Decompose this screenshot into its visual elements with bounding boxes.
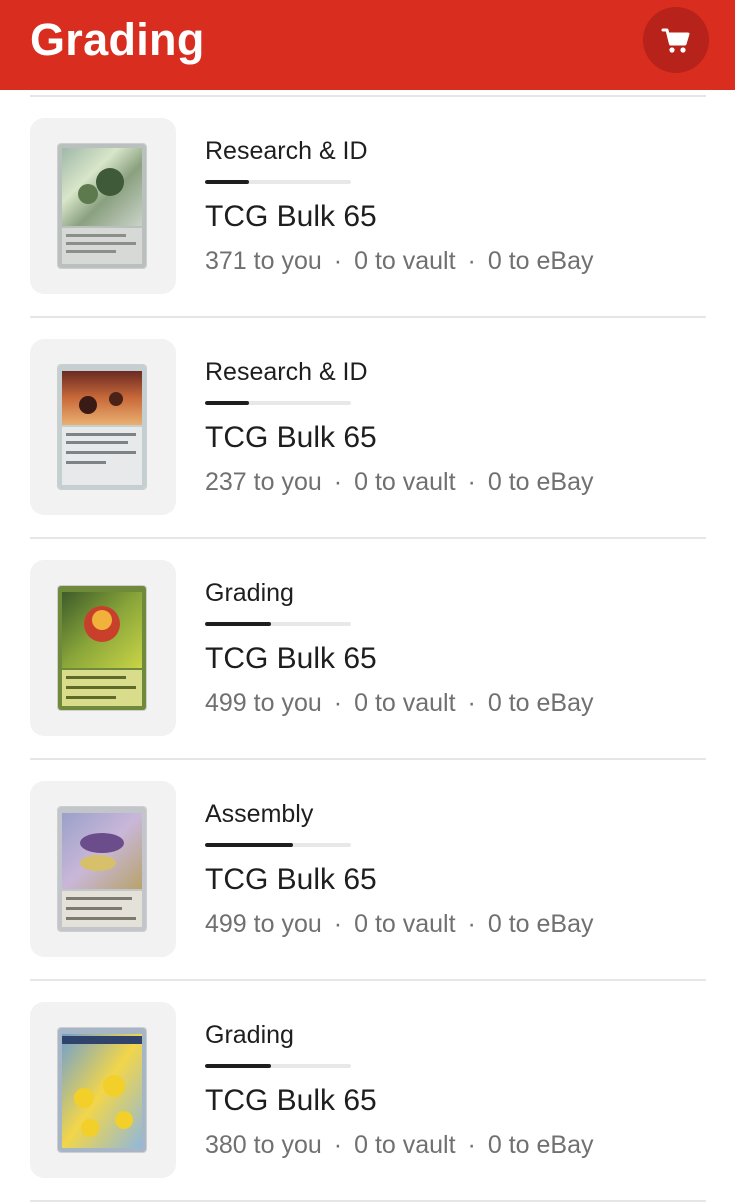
to-you-count: 499 to you	[205, 689, 322, 717]
cart-icon	[661, 26, 691, 54]
meta-separator: ·	[333, 468, 343, 496]
order-row[interactable]: Grading TCG Bulk 65 380 to you · 0 to vaul…	[0, 981, 735, 1202]
stage-label: Research & ID	[205, 137, 368, 165]
stage-progress-fill	[205, 401, 249, 405]
stage-progress-bar	[205, 401, 351, 405]
page-title: Grading	[30, 14, 205, 65]
card-thumbnail	[30, 1002, 176, 1178]
order-meta: 380 to you · 0 to vault · 0 to eBay	[205, 1129, 594, 1161]
to-vault-count: 0 to vault	[354, 689, 456, 717]
card-thumbnail	[30, 118, 176, 294]
meta-separator: ·	[333, 689, 343, 717]
card-thumbnail	[30, 339, 176, 515]
card-thumbnail	[30, 781, 176, 957]
to-vault-count: 0 to vault	[354, 247, 456, 275]
meta-separator: ·	[467, 468, 476, 496]
order-meta: 499 to you · 0 to vault · 0 to eBay	[205, 908, 594, 940]
stage-progress-fill	[205, 180, 249, 184]
meta-separator: ·	[333, 1131, 343, 1159]
stage-progress-fill	[205, 622, 271, 626]
to-you-count: 499 to you	[205, 910, 322, 938]
to-ebay-count: 0 to eBay	[487, 1131, 594, 1159]
stage-progress-bar	[205, 622, 351, 626]
trading-card-image	[58, 807, 146, 931]
order-title: TCG Bulk 65	[205, 863, 377, 896]
to-you-count: 371 to you	[205, 247, 322, 275]
to-you-count: 237 to you	[205, 468, 322, 496]
order-list: Research & ID TCG Bulk 65 371 to you · 0 t…	[0, 97, 735, 1202]
to-ebay-count: 0 to eBay	[487, 689, 594, 717]
stage-label: Assembly	[205, 800, 314, 828]
trading-card-image	[58, 365, 146, 489]
to-ebay-count: 0 to eBay	[487, 910, 594, 938]
stage-progress-fill	[205, 843, 293, 847]
stage-label: Research & ID	[205, 358, 368, 386]
order-title: TCG Bulk 65	[205, 1084, 377, 1117]
order-title: TCG Bulk 65	[205, 421, 377, 454]
stage-progress-bar	[205, 180, 351, 184]
stage-progress-bar	[205, 843, 351, 847]
meta-separator: ·	[467, 910, 476, 938]
card-thumbnail	[30, 560, 176, 736]
order-title: TCG Bulk 65	[205, 642, 377, 675]
stage-label: Grading	[205, 1021, 294, 1049]
order-row[interactable]: Research & ID TCG Bulk 65 371 to you · 0 t…	[0, 97, 735, 318]
meta-separator: ·	[333, 910, 343, 938]
to-vault-count: 0 to vault	[354, 468, 456, 496]
stage-label: Grading	[205, 579, 294, 607]
to-you-count: 380 to you	[205, 1131, 322, 1159]
cart-button[interactable]	[643, 7, 709, 73]
meta-separator: ·	[467, 689, 476, 717]
order-row[interactable]: Research & ID TCG Bulk 65 237 to you · 0 t…	[0, 318, 735, 539]
trading-card-image	[58, 586, 146, 710]
app-header: Grading	[0, 0, 735, 90]
trading-card-image	[58, 1028, 146, 1152]
meta-separator: ·	[333, 247, 343, 275]
order-title: TCG Bulk 65	[205, 200, 377, 233]
to-vault-count: 0 to vault	[354, 1131, 456, 1159]
meta-separator: ·	[467, 1131, 476, 1159]
stage-progress-bar	[205, 1064, 351, 1068]
order-meta: 371 to you · 0 to vault · 0 to eBay	[205, 245, 594, 277]
to-vault-count: 0 to vault	[354, 910, 456, 938]
to-ebay-count: 0 to eBay	[487, 468, 594, 496]
order-meta: 237 to you · 0 to vault · 0 to eBay	[205, 466, 594, 498]
to-ebay-count: 0 to eBay	[487, 247, 594, 275]
order-row[interactable]: Assembly TCG Bulk 65 499 to you · 0 to vau…	[0, 760, 735, 981]
order-row[interactable]: Grading TCG Bulk 65 499 to you · 0 to vaul…	[0, 539, 735, 760]
meta-separator: ·	[467, 247, 476, 275]
stage-progress-fill	[205, 1064, 271, 1068]
order-meta: 499 to you · 0 to vault · 0 to eBay	[205, 687, 594, 719]
trading-card-image	[58, 144, 146, 268]
